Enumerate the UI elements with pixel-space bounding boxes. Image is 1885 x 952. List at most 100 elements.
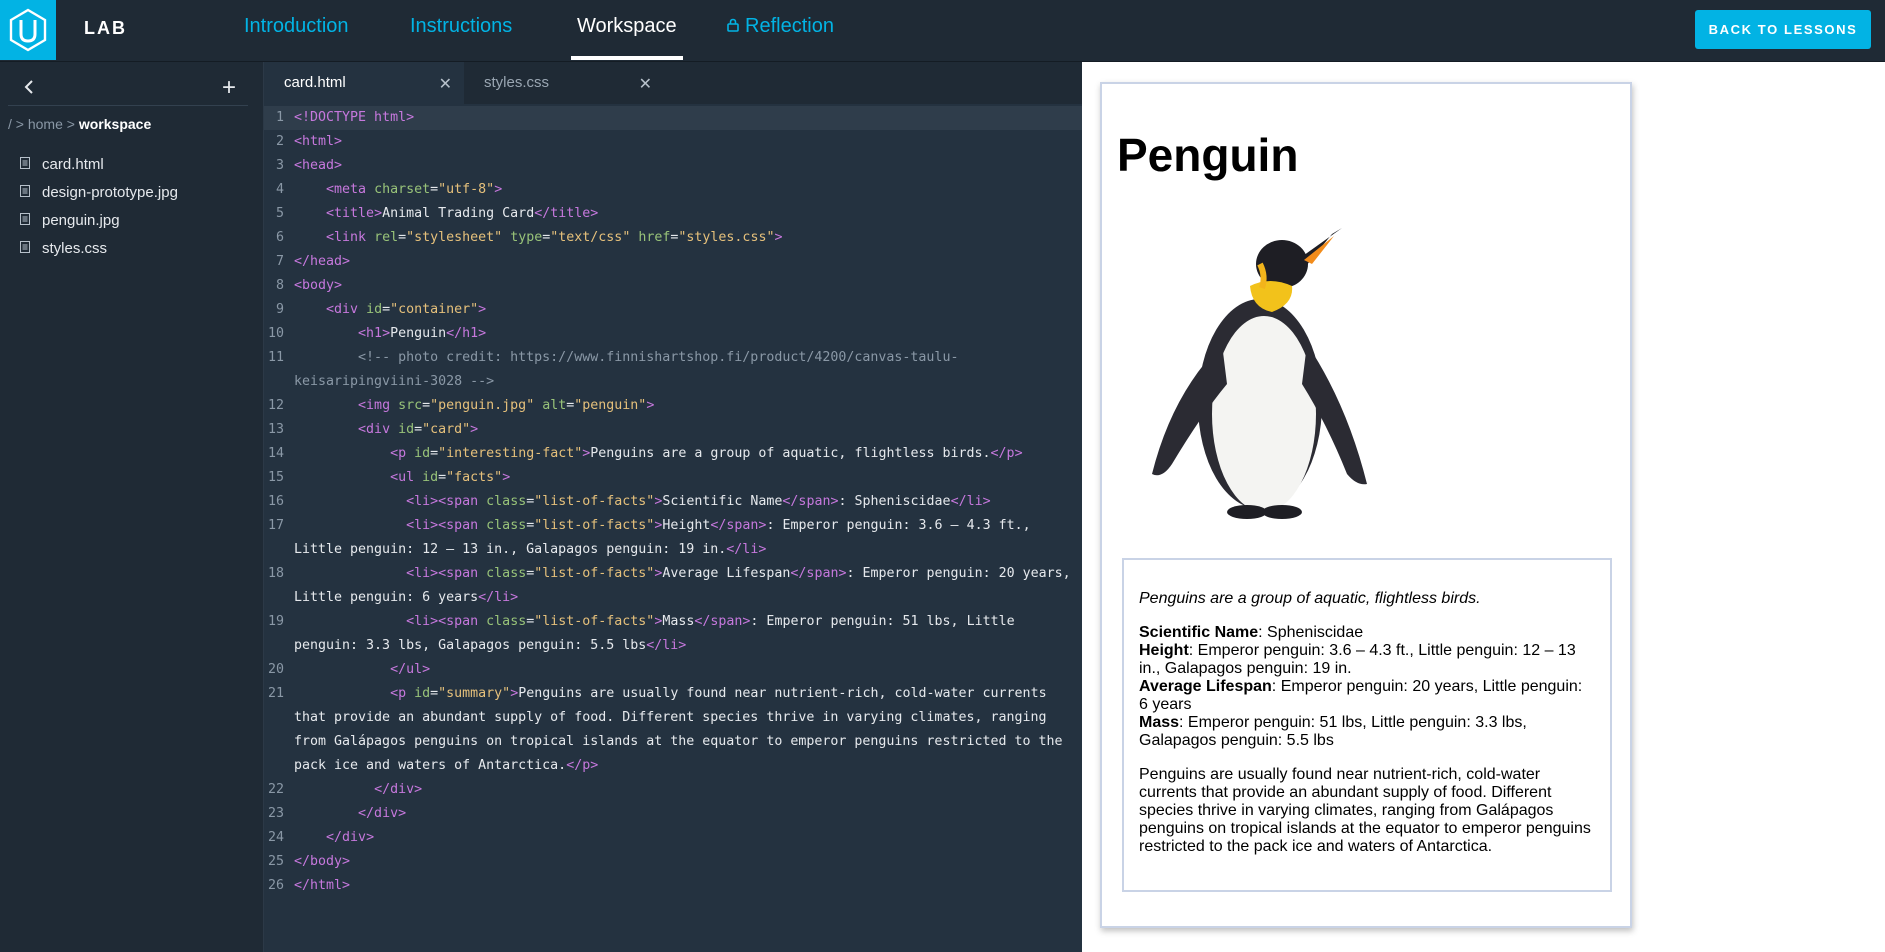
code-line[interactable]: 5 <title>Animal Trading Card</title> xyxy=(264,202,1082,226)
line-text: <div id="card"> xyxy=(358,422,479,437)
interesting-fact: Penguins are a group of aquatic, flightl… xyxy=(1139,590,1481,607)
code-line[interactable]: 10 <h1>Penguin</h1> xyxy=(264,322,1082,346)
editor-tab-card-html[interactable]: card.html ✕ xyxy=(264,62,464,104)
udacity-logo-icon[interactable] xyxy=(0,0,56,60)
file-item-styles-css[interactable]: styles.css xyxy=(20,234,178,262)
breadcrumb-separator: > xyxy=(15,116,24,132)
line-text: <body> xyxy=(294,278,343,293)
file-icon xyxy=(20,240,30,257)
close-tab-icon[interactable]: ✕ xyxy=(639,74,652,94)
line-text: <li><span class="list-of-facts">Height</… xyxy=(294,518,1039,557)
code-line[interactable]: 11 <!-- photo credit: https://www.finnis… xyxy=(264,346,1082,394)
lock-icon xyxy=(727,15,739,38)
code-line[interactable]: 7 </head> xyxy=(264,250,1082,274)
line-number: 1 xyxy=(275,110,284,125)
file-icon xyxy=(20,212,30,229)
facts-list: Scientific Name: Spheniscidae Height: Em… xyxy=(1139,624,1595,750)
breadcrumb-separator: > xyxy=(66,116,75,132)
tab-reflection[interactable]: Reflection xyxy=(727,15,834,60)
summary: Penguins are usually found near nutrient… xyxy=(1139,766,1591,855)
file-icon xyxy=(20,184,30,201)
line-number: 5 xyxy=(275,206,284,221)
line-number: 21 xyxy=(267,686,284,701)
line-text: </div> xyxy=(326,830,375,845)
code-line[interactable]: 24 </div> xyxy=(264,826,1082,850)
file-item-design-prototype[interactable]: design-prototype.jpg xyxy=(20,178,178,206)
code-line[interactable]: 17 <li><span class="list-of-facts">Heigh… xyxy=(264,514,1082,562)
lab-label: LAB xyxy=(84,18,127,38)
line-text: <p id="interesting-fact">Penguins are a … xyxy=(390,446,1023,461)
code-line[interactable]: 19 <li><span class="list-of-facts">Mass<… xyxy=(264,610,1082,658)
line-number: 16 xyxy=(267,494,284,509)
code-line[interactable]: 21 <p id="summary">Penguins are usually … xyxy=(264,682,1082,778)
line-number: 26 xyxy=(267,878,284,893)
fact-item: Height: Emperor penguin: 3.6 – 4.3 ft., … xyxy=(1139,642,1595,678)
code-line[interactable]: 8 <body> xyxy=(264,274,1082,298)
file-item-card-html[interactable]: card.html xyxy=(20,150,178,178)
file-item-penguin-jpg[interactable]: penguin.jpg xyxy=(20,206,178,234)
line-text: </html> xyxy=(294,878,351,893)
line-number: 25 xyxy=(267,854,284,869)
fact-item: Scientific Name: Spheniscidae xyxy=(1139,624,1595,642)
line-text: </head> xyxy=(294,254,351,269)
sidebar-header: + xyxy=(8,70,248,106)
line-number: 12 xyxy=(267,398,284,413)
file-list: card.html design-prototype.jpg penguin.j… xyxy=(20,150,178,262)
line-number: 10 xyxy=(267,326,284,341)
tab-instructions[interactable]: Instructions xyxy=(410,15,512,60)
line-number: 2 xyxy=(275,134,284,149)
line-number: 14 xyxy=(267,446,284,461)
code-area[interactable]: 1 <!DOCTYPE html> 2 <html> 3 <head> 4 <meta ch… xyxy=(264,106,1082,898)
top-nav-bar: LAB Introduction Instructions Workspace … xyxy=(0,0,1885,62)
code-line[interactable]: 25 </body> xyxy=(264,850,1082,874)
editor-tab-styles-css[interactable]: styles.css ✕ xyxy=(464,62,664,104)
code-editor[interactable]: card.html ✕ styles.css ✕ 1 <!DOCTYPE html… xyxy=(264,62,1082,952)
code-line[interactable]: 20 </ul> xyxy=(264,658,1082,682)
fact-label: Scientific Name xyxy=(1139,624,1259,641)
fact-value: : Emperor penguin: 3.6 – 4.3 ft., Little… xyxy=(1139,642,1576,677)
close-tab-icon[interactable]: ✕ xyxy=(439,74,452,94)
collapse-sidebar-chevron-icon[interactable] xyxy=(24,80,34,99)
line-number: 20 xyxy=(267,662,284,677)
code-line[interactable]: 22 </div> xyxy=(264,778,1082,802)
line-text: </body> xyxy=(294,854,351,869)
tab-introduction[interactable]: Introduction xyxy=(244,15,349,60)
back-to-lessons-button[interactable]: BACK TO LESSONS xyxy=(1695,10,1871,49)
line-text: <img src="penguin.jpg" alt="penguin"> xyxy=(358,398,655,413)
code-line[interactable]: 16 <li><span class="list-of-facts">Scien… xyxy=(264,490,1082,514)
code-line[interactable]: 6 <link rel="stylesheet" type="text/css"… xyxy=(264,226,1082,250)
code-line[interactable]: 26 </html> xyxy=(264,874,1082,898)
code-line[interactable]: 14 <p id="interesting-fact">Penguins are… xyxy=(264,442,1082,466)
breadcrumb-root[interactable]: / xyxy=(8,116,12,132)
code-line[interactable]: 1 <!DOCTYPE html> xyxy=(264,106,1082,130)
code-line[interactable]: 12 <img src="penguin.jpg" alt="penguin"> xyxy=(264,394,1082,418)
code-line[interactable]: 2 <html> xyxy=(264,130,1082,154)
code-line[interactable]: 23 </div> xyxy=(264,802,1082,826)
line-text: <head> xyxy=(294,158,343,173)
fact-value: : Spheniscidae xyxy=(1258,624,1364,641)
code-line[interactable]: 13 <div id="card"> xyxy=(264,418,1082,442)
fact-label: Average Lifespan xyxy=(1139,678,1272,695)
code-line[interactable]: 9 <div id="container"> xyxy=(264,298,1082,322)
fact-label: Height xyxy=(1139,642,1189,659)
code-line[interactable]: 18 <li><span class="list-of-facts">Avera… xyxy=(264,562,1082,610)
fact-item: Average Lifespan: Emperor penguin: 20 ye… xyxy=(1139,678,1595,714)
line-number: 6 xyxy=(275,230,284,245)
line-number: 17 xyxy=(267,518,284,533)
penguin-picture xyxy=(1152,228,1367,519)
add-file-icon[interactable]: + xyxy=(222,76,236,100)
file-name: penguin.jpg xyxy=(42,211,120,229)
line-number: 15 xyxy=(267,470,284,485)
preview-title: Penguin xyxy=(1117,129,1299,181)
trading-card: Penguins are a group of aquatic, flightl… xyxy=(1122,558,1612,892)
line-text: <p id="summary">Penguins are usually fou… xyxy=(294,686,1071,773)
code-line[interactable]: 3 <head> xyxy=(264,154,1082,178)
line-number: 19 xyxy=(267,614,284,629)
line-text: <!-- photo credit: https://www.finnishar… xyxy=(294,350,959,389)
line-text: </div> xyxy=(358,806,407,821)
tab-workspace[interactable]: Workspace xyxy=(571,15,683,60)
code-line[interactable]: 15 <ul id="facts"> xyxy=(264,466,1082,490)
code-line[interactable]: 4 <meta charset="utf-8"> xyxy=(264,178,1082,202)
breadcrumb-home[interactable]: home xyxy=(28,116,63,132)
line-number: 22 xyxy=(267,782,284,797)
